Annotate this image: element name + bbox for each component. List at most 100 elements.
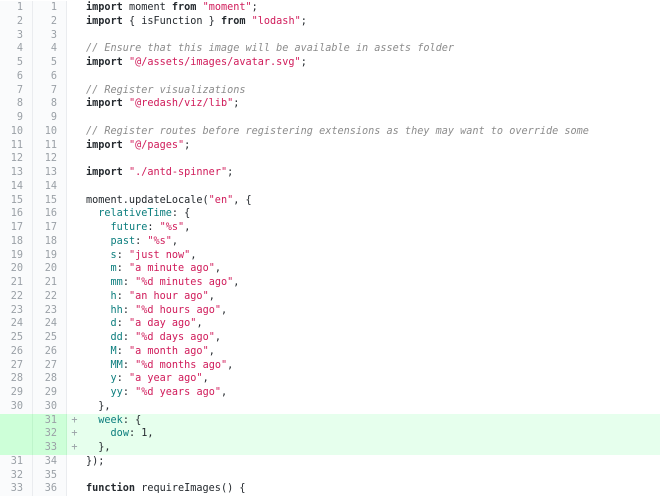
- code-token: "%d days ago": [135, 332, 215, 343]
- new-line-number[interactable]: 14: [33, 179, 67, 194]
- old-line-number[interactable]: [0, 441, 33, 455]
- old-line-number[interactable]: 33: [0, 482, 33, 496]
- new-line-number[interactable]: 31: [33, 413, 67, 428]
- new-line-number[interactable]: 15: [33, 193, 67, 208]
- new-line-number[interactable]: 12: [33, 152, 67, 166]
- new-line-number[interactable]: 22: [33, 289, 67, 304]
- new-line-number[interactable]: 6: [33, 69, 67, 84]
- old-line-number[interactable]: 19: [0, 248, 33, 263]
- new-line-number[interactable]: 32: [33, 427, 67, 441]
- old-line-number[interactable]: 29: [0, 386, 33, 400]
- diff-line: 27 27 MM: "%d months ago",: [0, 358, 660, 373]
- diff-marker: [67, 386, 82, 400]
- new-line-number[interactable]: 4: [33, 42, 67, 56]
- old-line-number[interactable]: 14: [0, 179, 33, 194]
- new-line-number[interactable]: 29: [33, 386, 67, 400]
- code-line: moment.updateLocale("en", {: [82, 194, 660, 208]
- code-token: week: [98, 414, 123, 426]
- old-line-number[interactable]: 12: [0, 152, 33, 166]
- old-line-number[interactable]: 16: [0, 207, 33, 221]
- old-line-number[interactable]: 24: [0, 317, 33, 331]
- old-line-number[interactable]: 22: [0, 289, 33, 304]
- new-line-number[interactable]: 17: [33, 221, 67, 235]
- new-line-number[interactable]: 19: [33, 248, 67, 263]
- old-line-number[interactable]: 7: [0, 83, 33, 98]
- old-line-number[interactable]: 20: [0, 262, 33, 276]
- old-line-number[interactable]: 18: [0, 234, 33, 249]
- old-line-number[interactable]: 27: [0, 358, 33, 373]
- old-line-number[interactable]: 5: [0, 56, 33, 70]
- old-line-number[interactable]: 30: [0, 399, 33, 414]
- code-token: ,: [214, 263, 221, 275]
- new-line-number[interactable]: 10: [33, 124, 67, 139]
- code-token: ,: [208, 345, 215, 357]
- old-line-number[interactable]: 13: [0, 166, 33, 180]
- old-line-number[interactable]: [0, 427, 33, 441]
- old-line-number[interactable]: 9: [0, 111, 33, 125]
- code-token: :: [116, 249, 129, 261]
- old-line-number[interactable]: 28: [0, 372, 33, 386]
- old-line-number[interactable]: 11: [0, 138, 33, 153]
- new-line-number[interactable]: 20: [33, 262, 67, 276]
- new-line-number[interactable]: 8: [33, 97, 67, 111]
- diff-marker: +: [71, 442, 78, 453]
- old-line-number[interactable]: 3: [0, 28, 33, 43]
- new-line-number[interactable]: 36: [33, 482, 67, 496]
- diff-marker: [67, 139, 82, 153]
- diff-marker: [67, 221, 82, 235]
- old-line-number[interactable]: 8: [0, 97, 33, 111]
- old-line-number[interactable]: 26: [0, 344, 33, 359]
- old-line-number[interactable]: 21: [0, 276, 33, 290]
- old-line-number[interactable]: 2: [0, 14, 33, 29]
- new-line-number[interactable]: 28: [33, 372, 67, 386]
- code-line: y: "a year ago",: [82, 372, 660, 386]
- new-line-number[interactable]: 11: [33, 138, 67, 153]
- code-line: import { isFunction } from "lodash";: [82, 15, 660, 29]
- code-line: m: "a minute ago",: [82, 262, 660, 276]
- code-line: mm: "%d minutes ago",: [82, 276, 660, 290]
- old-line-number[interactable]: 25: [0, 331, 33, 345]
- new-line-number[interactable]: 5: [33, 56, 67, 70]
- code-token: yy: [110, 387, 123, 398]
- new-line-number[interactable]: 33: [33, 441, 67, 455]
- code-token: "a month ago": [128, 345, 209, 357]
- old-line-number[interactable]: [0, 413, 33, 428]
- new-line-number[interactable]: 16: [33, 207, 67, 221]
- code-line: d: "a day ago",: [82, 317, 660, 331]
- diff-line: 11 11 import "@/pages";: [0, 138, 660, 153]
- old-line-number[interactable]: 17: [0, 221, 33, 235]
- old-line-number[interactable]: 23: [0, 303, 33, 318]
- diff-line: 25 25 dd: "%d days ago",: [0, 331, 660, 345]
- code-line: import "@/pages";: [82, 139, 660, 153]
- new-line-number[interactable]: 25: [33, 331, 67, 345]
- new-line-number[interactable]: 24: [33, 317, 67, 331]
- old-line-number[interactable]: 1: [0, 1, 33, 15]
- old-line-number[interactable]: 6: [0, 69, 33, 84]
- new-line-number[interactable]: 26: [33, 344, 67, 359]
- diff-added-line: 31 + week: {: [0, 413, 660, 428]
- new-line-number[interactable]: 2: [33, 14, 67, 29]
- new-line-number[interactable]: 27: [33, 358, 67, 373]
- new-line-number[interactable]: 1: [33, 1, 67, 15]
- new-line-number[interactable]: 21: [33, 276, 67, 290]
- old-line-number[interactable]: 4: [0, 42, 33, 56]
- new-line-number[interactable]: 30: [33, 399, 67, 414]
- code-token: :: [147, 222, 160, 233]
- new-line-number[interactable]: 9: [33, 111, 67, 125]
- old-line-number[interactable]: 10: [0, 124, 33, 139]
- code-token: },: [86, 400, 111, 412]
- code-token: ,: [202, 373, 209, 385]
- new-line-number[interactable]: 13: [33, 166, 67, 180]
- new-line-number[interactable]: 35: [33, 468, 67, 483]
- old-line-number[interactable]: 31: [0, 454, 33, 469]
- old-line-number[interactable]: 15: [0, 193, 33, 208]
- new-line-number[interactable]: 23: [33, 303, 67, 318]
- old-line-number[interactable]: 32: [0, 468, 33, 483]
- new-line-number[interactable]: 18: [33, 234, 67, 249]
- new-line-number[interactable]: 7: [33, 83, 67, 98]
- new-line-number[interactable]: 34: [33, 454, 67, 469]
- code-token: function: [86, 483, 136, 495]
- new-line-number[interactable]: 3: [33, 28, 67, 43]
